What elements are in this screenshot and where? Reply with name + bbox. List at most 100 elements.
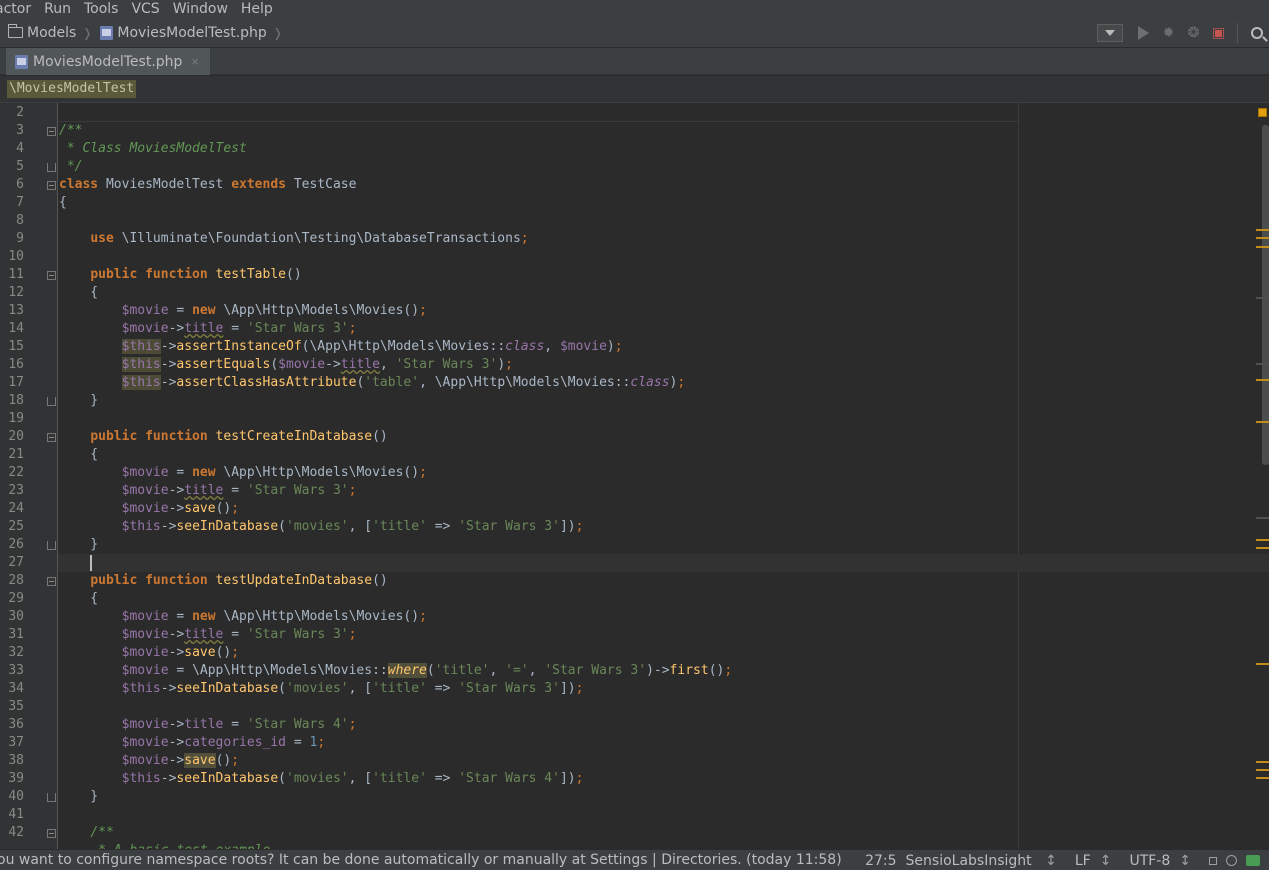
run-icon xyxy=(1138,26,1149,40)
warning-marker[interactable] xyxy=(1256,421,1269,423)
code-line: } xyxy=(59,789,99,804)
code-line: $movie->save(); xyxy=(121,753,240,768)
code-line: $this->assertClassHasAttribute('table', … xyxy=(121,375,686,390)
code-line: $movie->title = 'Star Wars 3'; xyxy=(121,627,357,642)
line-separator-widget[interactable]: LF ↕ xyxy=(1075,853,1121,869)
debug-button[interactable]: ✹ xyxy=(1156,22,1181,44)
line-number: 3 xyxy=(16,123,24,138)
menu-tools[interactable]: Tools xyxy=(84,2,119,16)
warning-marker[interactable] xyxy=(1256,229,1269,231)
caret-row-highlight xyxy=(58,554,1269,572)
vertical-scrollbar[interactable] xyxy=(1262,125,1269,465)
code-line: $movie = new \App\Http\Models\Movies(); xyxy=(121,609,427,624)
line-number: 42 xyxy=(8,825,24,840)
code-line: public function testTable() xyxy=(90,267,302,282)
warning-marker[interactable] xyxy=(1256,237,1269,239)
coverage-button[interactable]: ❂ xyxy=(1181,22,1206,44)
encoding-widget[interactable]: UTF-8 ↕ xyxy=(1129,853,1200,869)
caret-position[interactable]: 27:5 xyxy=(865,853,896,869)
fold-end-icon[interactable] xyxy=(47,541,56,550)
code-line: $this->seeInDatabase('movies', ['title' … xyxy=(121,519,584,534)
inspector-icon[interactable] xyxy=(1226,855,1237,866)
fold-end-icon[interactable] xyxy=(47,163,56,172)
search-button[interactable] xyxy=(1244,22,1269,44)
line-number: 18 xyxy=(8,393,24,408)
code-line: /** xyxy=(90,825,114,840)
line-number: 15 xyxy=(8,339,24,354)
code-line: */ xyxy=(59,159,83,174)
menu-help[interactable]: Help xyxy=(241,2,273,16)
code-line: $movie->title = 'Star Wars 3'; xyxy=(121,321,357,336)
event-log-icon[interactable] xyxy=(1246,855,1260,866)
code-editor[interactable]: 2 3 4 5 6 7 8 9 10 11 12 13 14 15 16 17 … xyxy=(0,103,1269,849)
warning-marker[interactable] xyxy=(1256,769,1269,771)
warning-marker[interactable] xyxy=(1256,761,1269,763)
line-number: 31 xyxy=(8,627,24,642)
code-line: $this->assertEquals($movie->title, 'Star… xyxy=(121,357,513,372)
fold-toggle-icon[interactable] xyxy=(47,271,56,280)
warning-marker[interactable] xyxy=(1256,777,1269,779)
code-line: { xyxy=(59,285,99,300)
line-number: 2 xyxy=(16,105,24,120)
warning-marker[interactable] xyxy=(1256,379,1269,381)
run-config-dropdown[interactable] xyxy=(1097,24,1123,42)
code-line: /** xyxy=(59,123,83,138)
fold-toggle-icon[interactable] xyxy=(47,433,56,442)
line-number: 41 xyxy=(8,807,24,822)
folder-icon xyxy=(7,24,23,38)
line-number: 17 xyxy=(8,375,24,390)
menu-window[interactable]: Window xyxy=(173,2,228,16)
class-breadcrumb[interactable]: \MoviesModelTest xyxy=(7,80,137,98)
fold-end-icon[interactable] xyxy=(47,397,56,406)
line-number: 33 xyxy=(8,663,24,678)
warning-marker[interactable] xyxy=(1256,547,1269,549)
plugin-label: SensioLabsInsight xyxy=(905,852,1032,869)
usage-marker[interactable] xyxy=(1256,517,1269,519)
warning-marker[interactable] xyxy=(1256,246,1269,248)
line-number: 27 xyxy=(8,555,24,570)
lock-icon[interactable] xyxy=(1209,856,1217,865)
line-number: 23 xyxy=(8,483,24,498)
menu-run[interactable]: Run xyxy=(44,2,71,16)
fold-toggle-icon[interactable] xyxy=(47,181,56,190)
search-icon xyxy=(1250,27,1263,39)
code-line: { xyxy=(59,195,67,210)
usage-marker[interactable] xyxy=(1256,363,1269,365)
code-line: } xyxy=(59,393,99,408)
fold-end-icon[interactable] xyxy=(47,793,56,802)
line-number: 4 xyxy=(16,141,24,156)
breadcrumb-label: Models xyxy=(27,24,77,41)
line-number: 39 xyxy=(8,771,24,786)
vcs-button[interactable]: ▣ xyxy=(1206,22,1231,44)
php-file-icon xyxy=(100,25,114,40)
plugin-widget[interactable]: SensioLabsInsight ↕ xyxy=(906,853,1066,869)
code-line: $this->assertInstanceOf(\App\Http\Models… xyxy=(121,339,623,354)
breadcrumb-models[interactable]: Models ❭ xyxy=(0,18,100,48)
fold-toggle-icon[interactable] xyxy=(47,127,56,136)
code-line: $movie = new \App\Http\Models\Movies(); xyxy=(121,465,427,480)
encoding-label: UTF-8 xyxy=(1129,852,1171,869)
code-line: $movie = \App\Http\Models\Movies::where(… xyxy=(121,663,733,678)
chevron-right-icon: ❭ xyxy=(82,25,93,40)
breadcrumb-file[interactable]: MoviesModelTest.php ❭ xyxy=(100,18,291,48)
usage-marker[interactable] xyxy=(1256,297,1269,299)
text-caret xyxy=(90,555,92,571)
navigation-bar: Models ❭ MoviesModelTest.php ❭ ✹ ❂ ▣ xyxy=(0,18,1269,48)
run-button[interactable] xyxy=(1131,22,1156,44)
editor-tab-bar: MoviesModelTest.php × xyxy=(0,48,1269,75)
line-separator-label: LF xyxy=(1074,852,1091,869)
fold-toggle-icon[interactable] xyxy=(47,577,56,586)
menu-vcs[interactable]: VCS xyxy=(131,2,159,16)
code-line: $movie->save(); xyxy=(121,645,240,660)
close-icon[interactable]: × xyxy=(190,55,199,68)
menu-refactor[interactable]: actor xyxy=(0,2,31,16)
line-number: 14 xyxy=(8,321,24,336)
fold-toggle-icon[interactable] xyxy=(47,829,56,838)
inspection-status-icon[interactable] xyxy=(1258,108,1267,117)
tab-movies-model-test[interactable]: MoviesModelTest.php × xyxy=(6,48,210,75)
warning-marker[interactable] xyxy=(1256,663,1269,665)
chevron-down-icon xyxy=(1105,30,1115,36)
line-number: 36 xyxy=(8,717,24,732)
status-message[interactable]: ou want to configure namespace roots? It… xyxy=(0,852,842,868)
warning-marker[interactable] xyxy=(1256,539,1269,541)
